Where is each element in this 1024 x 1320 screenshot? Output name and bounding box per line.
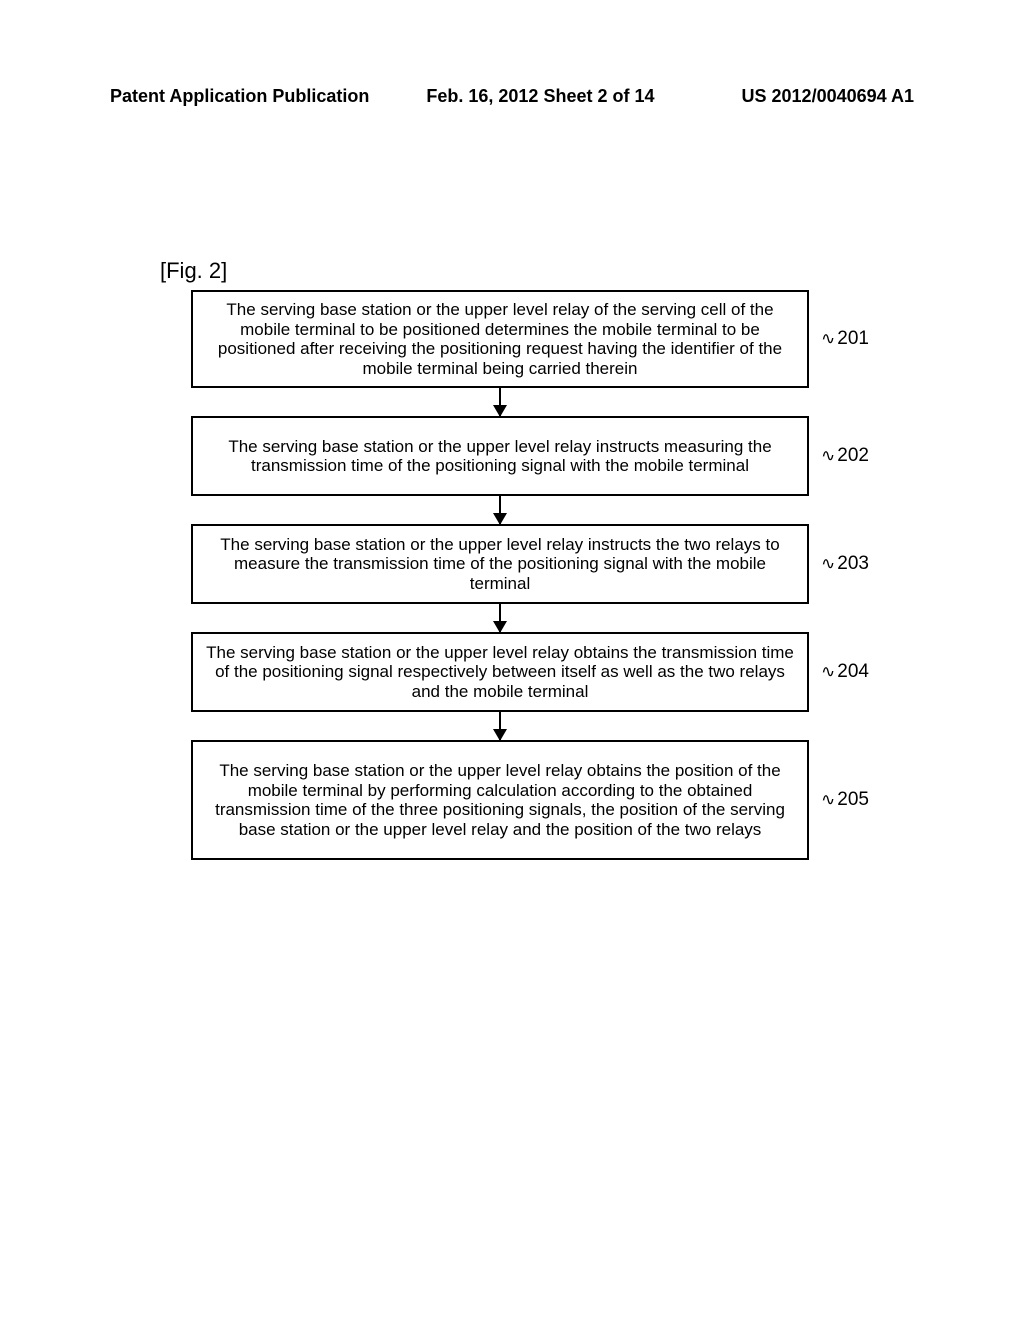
flow-step-204: The serving base station or the upper le… [191,632,809,712]
header-publication-number: US 2012/0040694 A1 [742,86,914,107]
flow-step-202: The serving base station or the upper le… [191,416,809,496]
ref-number: 202 [837,445,869,466]
flowchart: The serving base station or the upper le… [170,290,830,860]
ref-number: 205 [837,789,869,810]
flow-step-text: The serving base station or the upper le… [205,761,795,839]
header-publication-type: Patent Application Publication [110,86,369,107]
page-header: Patent Application Publication Feb. 16, … [110,86,914,107]
ref-number: 204 [837,661,869,682]
ref-number: 201 [837,328,869,349]
flow-step-text: The serving base station or the upper le… [205,300,795,378]
flow-step-ref: ∿205 [821,789,869,811]
flow-arrow-icon [499,496,501,524]
flow-arrow-icon [499,604,501,632]
flow-step-ref: ∿202 [821,445,869,467]
flow-step-ref: ∿204 [821,661,869,683]
page: Patent Application Publication Feb. 16, … [0,0,1024,1320]
flow-step-text: The serving base station or the upper le… [205,437,795,476]
flow-step-203: The serving base station or the upper le… [191,524,809,604]
figure-label: [Fig. 2] [160,258,227,284]
flow-step-ref: ∿201 [821,328,869,350]
flow-step-text: The serving base station or the upper le… [205,643,795,702]
header-date-sheet: Feb. 16, 2012 Sheet 2 of 14 [426,86,654,107]
flow-step-text: The serving base station or the upper le… [205,535,795,594]
ref-number: 203 [837,553,869,574]
flow-step-ref: ∿203 [821,553,869,575]
flow-arrow-icon [499,388,501,416]
flow-arrow-icon [499,712,501,740]
flow-step-201: The serving base station or the upper le… [191,290,809,388]
flow-step-205: The serving base station or the upper le… [191,740,809,860]
